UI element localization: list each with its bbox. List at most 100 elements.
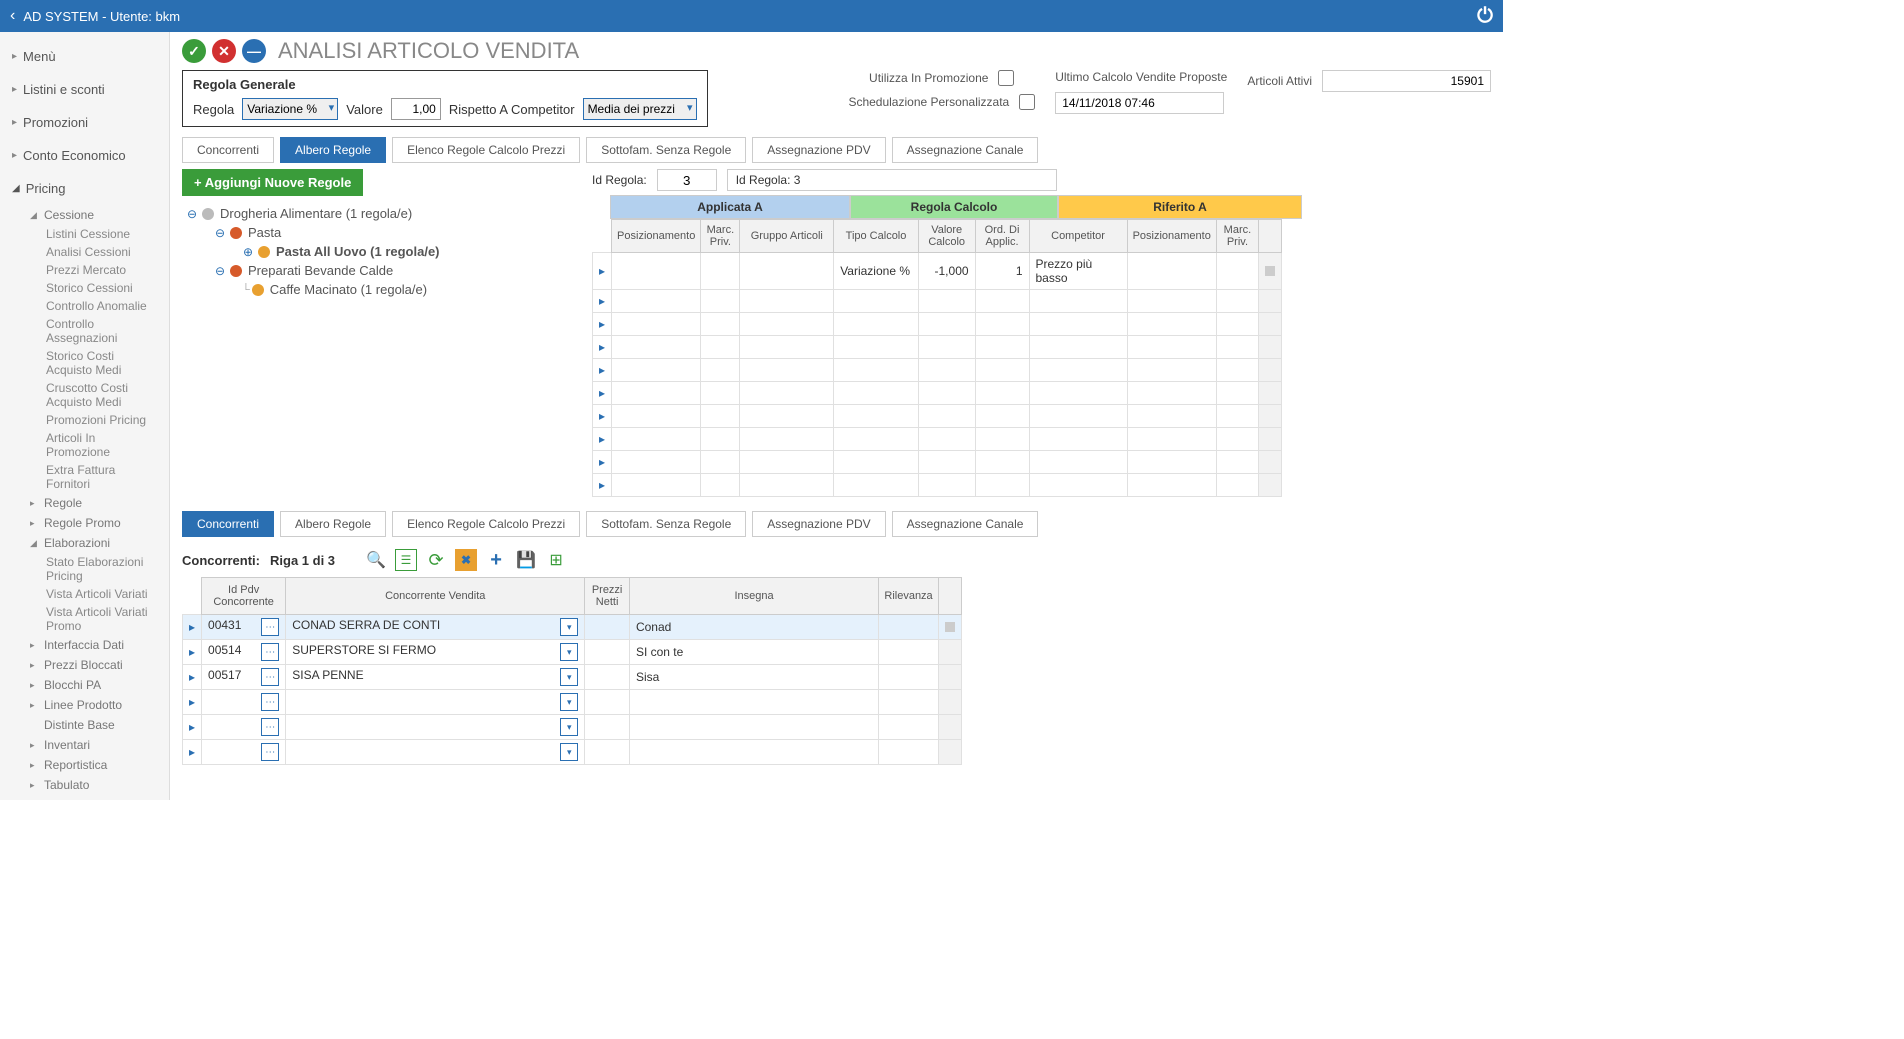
competitor-rilevanza-cell[interactable] [879,640,939,665]
grid-cell[interactable] [1029,313,1127,336]
sidebar-leaf-item[interactable]: Storico Cessioni [18,279,169,297]
dropdown-icon[interactable]: ▾ [560,693,578,711]
grid-cell[interactable] [1127,405,1216,428]
row-expander-icon[interactable]: ▸ [593,359,612,382]
sidebar-sub-item[interactable]: ◢Elaborazioni [18,533,169,553]
scrollbar-cell[interactable] [1258,290,1281,313]
sidebar-leaf-item[interactable]: Vista Articoli Variati [18,585,169,603]
scrollbar-cell[interactable] [1258,405,1281,428]
add-icon[interactable]: + [485,549,507,571]
grid-column-header[interactable]: Posizionamento [1127,220,1216,253]
competitor-insegna-cell[interactable] [629,715,878,740]
grid-cell[interactable] [918,474,975,497]
competitor-rilevanza-cell[interactable] [879,615,939,640]
competitor-prezzi-cell[interactable] [585,665,630,690]
competitor-vendita-cell[interactable]: ▾ [286,715,585,740]
grid-cell[interactable] [834,359,919,382]
scrollbar-cell[interactable] [938,665,961,690]
grid-cell[interactable] [918,405,975,428]
scrollbar-cell[interactable] [938,640,961,665]
competitor-id-cell[interactable]: 00514 ⋯ [202,640,286,665]
grid-cell[interactable] [1216,474,1258,497]
grid-cell[interactable] [918,382,975,405]
grid-cell[interactable] [834,474,919,497]
grid-cell[interactable] [1216,313,1258,336]
tree-expander-icon[interactable]: ⊖ [186,207,198,221]
competitor-insegna-cell[interactable]: Conad [629,615,878,640]
grid-cell[interactable] [612,451,701,474]
grid-cell[interactable] [975,382,1029,405]
grid-cell[interactable] [975,428,1029,451]
grid-cell[interactable] [834,290,919,313]
grid-row[interactable]: ▸ [593,382,1282,405]
grid-cell[interactable] [1216,336,1258,359]
list-icon[interactable]: ☰ [395,549,417,571]
row-expander-icon[interactable]: ▸ [593,405,612,428]
grid-cell[interactable] [740,451,834,474]
grid-cell[interactable] [834,313,919,336]
cancel-icon[interactable]: ✕ [212,39,236,63]
utilizza-checkbox[interactable] [998,70,1014,86]
grid-column-header[interactable]: Rilevanza [879,578,939,615]
sidebar-sub-item[interactable]: ▸Reportistica [18,755,169,775]
grid-cell[interactable] [701,253,740,290]
tab[interactable]: Concorrenti [182,137,274,163]
grid-cell[interactable] [701,336,740,359]
sidebar-sub-item[interactable]: ▸Linee Prodotto [18,695,169,715]
grid-cell[interactable] [612,336,701,359]
competitor-id-cell[interactable]: ⋯ [202,715,286,740]
sidebar-leaf-item[interactable]: Promozioni Pricing [18,411,169,429]
dropdown-icon[interactable]: ▾ [560,643,578,661]
sidebar-leaf-item[interactable]: Cruscotto Costi Acquisto Medi [18,379,169,411]
sidebar-sub-item[interactable]: ▸Regole [18,493,169,513]
row-expander-icon[interactable]: ▸ [593,313,612,336]
grid-cell[interactable] [740,253,834,290]
competitor-id-cell[interactable]: 00431 ⋯ [202,615,286,640]
grid-cell[interactable] [1216,253,1258,290]
row-expander-icon[interactable]: ▸ [183,665,202,690]
grid-cell[interactable] [612,253,701,290]
scrollbar-cell[interactable] [1258,382,1281,405]
grid-cell[interactable] [612,405,701,428]
grid-cell[interactable] [740,290,834,313]
sidebar-leaf-item[interactable]: Storico Costi Acquisto Medi [18,347,169,379]
lookup-icon[interactable]: ⋯ [261,618,279,636]
competitor-prezzi-cell[interactable] [585,740,630,765]
sidebar-item[interactable]: ▸Promozioni [0,106,169,139]
row-expander-icon[interactable]: ▸ [183,615,202,640]
grid-row[interactable]: ▸ [593,474,1282,497]
grid-cell[interactable] [975,313,1029,336]
grid-cell[interactable] [740,382,834,405]
grid-row[interactable]: ▸ [593,405,1282,428]
competitor-id-cell[interactable]: ⋯ [202,690,286,715]
tree-expander-icon[interactable]: ⊖ [214,264,226,278]
grid-cell[interactable] [1029,359,1127,382]
grid-row[interactable]: ▸ [593,359,1282,382]
row-expander-icon[interactable]: ▸ [183,715,202,740]
tree-expander-icon[interactable]: ⊖ [214,226,226,240]
tab[interactable]: Albero Regole [280,511,386,537]
lookup-icon[interactable]: ⋯ [261,718,279,736]
save-icon[interactable]: 💾 [515,549,537,571]
sidebar-sub-item[interactable]: ▸Blocchi PA [18,675,169,695]
grid-cell[interactable] [1216,405,1258,428]
dropdown-icon[interactable]: ▾ [560,618,578,636]
grid-cell[interactable] [1127,336,1216,359]
scrollbar-cell[interactable] [1258,359,1281,382]
grid-cell[interactable] [701,405,740,428]
competitor-insegna-cell[interactable]: SI con te [629,640,878,665]
scrollbar-cell[interactable] [1258,336,1281,359]
grid-cell[interactable] [975,474,1029,497]
scrollbar-cell[interactable] [1258,428,1281,451]
tree-node[interactable]: └Caffe Macinato (1 regola/e) [186,280,578,299]
grid-column-header[interactable]: Competitor [1029,220,1127,253]
tab[interactable]: Assegnazione Canale [892,137,1039,163]
sidebar-sub-item[interactable]: Distinte Base [18,715,169,735]
grid-cell[interactable] [701,359,740,382]
grid-row[interactable]: ▸ [593,451,1282,474]
competitor-row[interactable]: ▸00514 ⋯SUPERSTORE SI FERMO▾SI con te [183,640,962,665]
grid-column-header[interactable]: Marc. Priv. [701,220,740,253]
grid-cell[interactable] [1127,313,1216,336]
dropdown-icon[interactable]: ▾ [560,743,578,761]
sidebar-leaf-item[interactable]: Articoli In Promozione [18,429,169,461]
